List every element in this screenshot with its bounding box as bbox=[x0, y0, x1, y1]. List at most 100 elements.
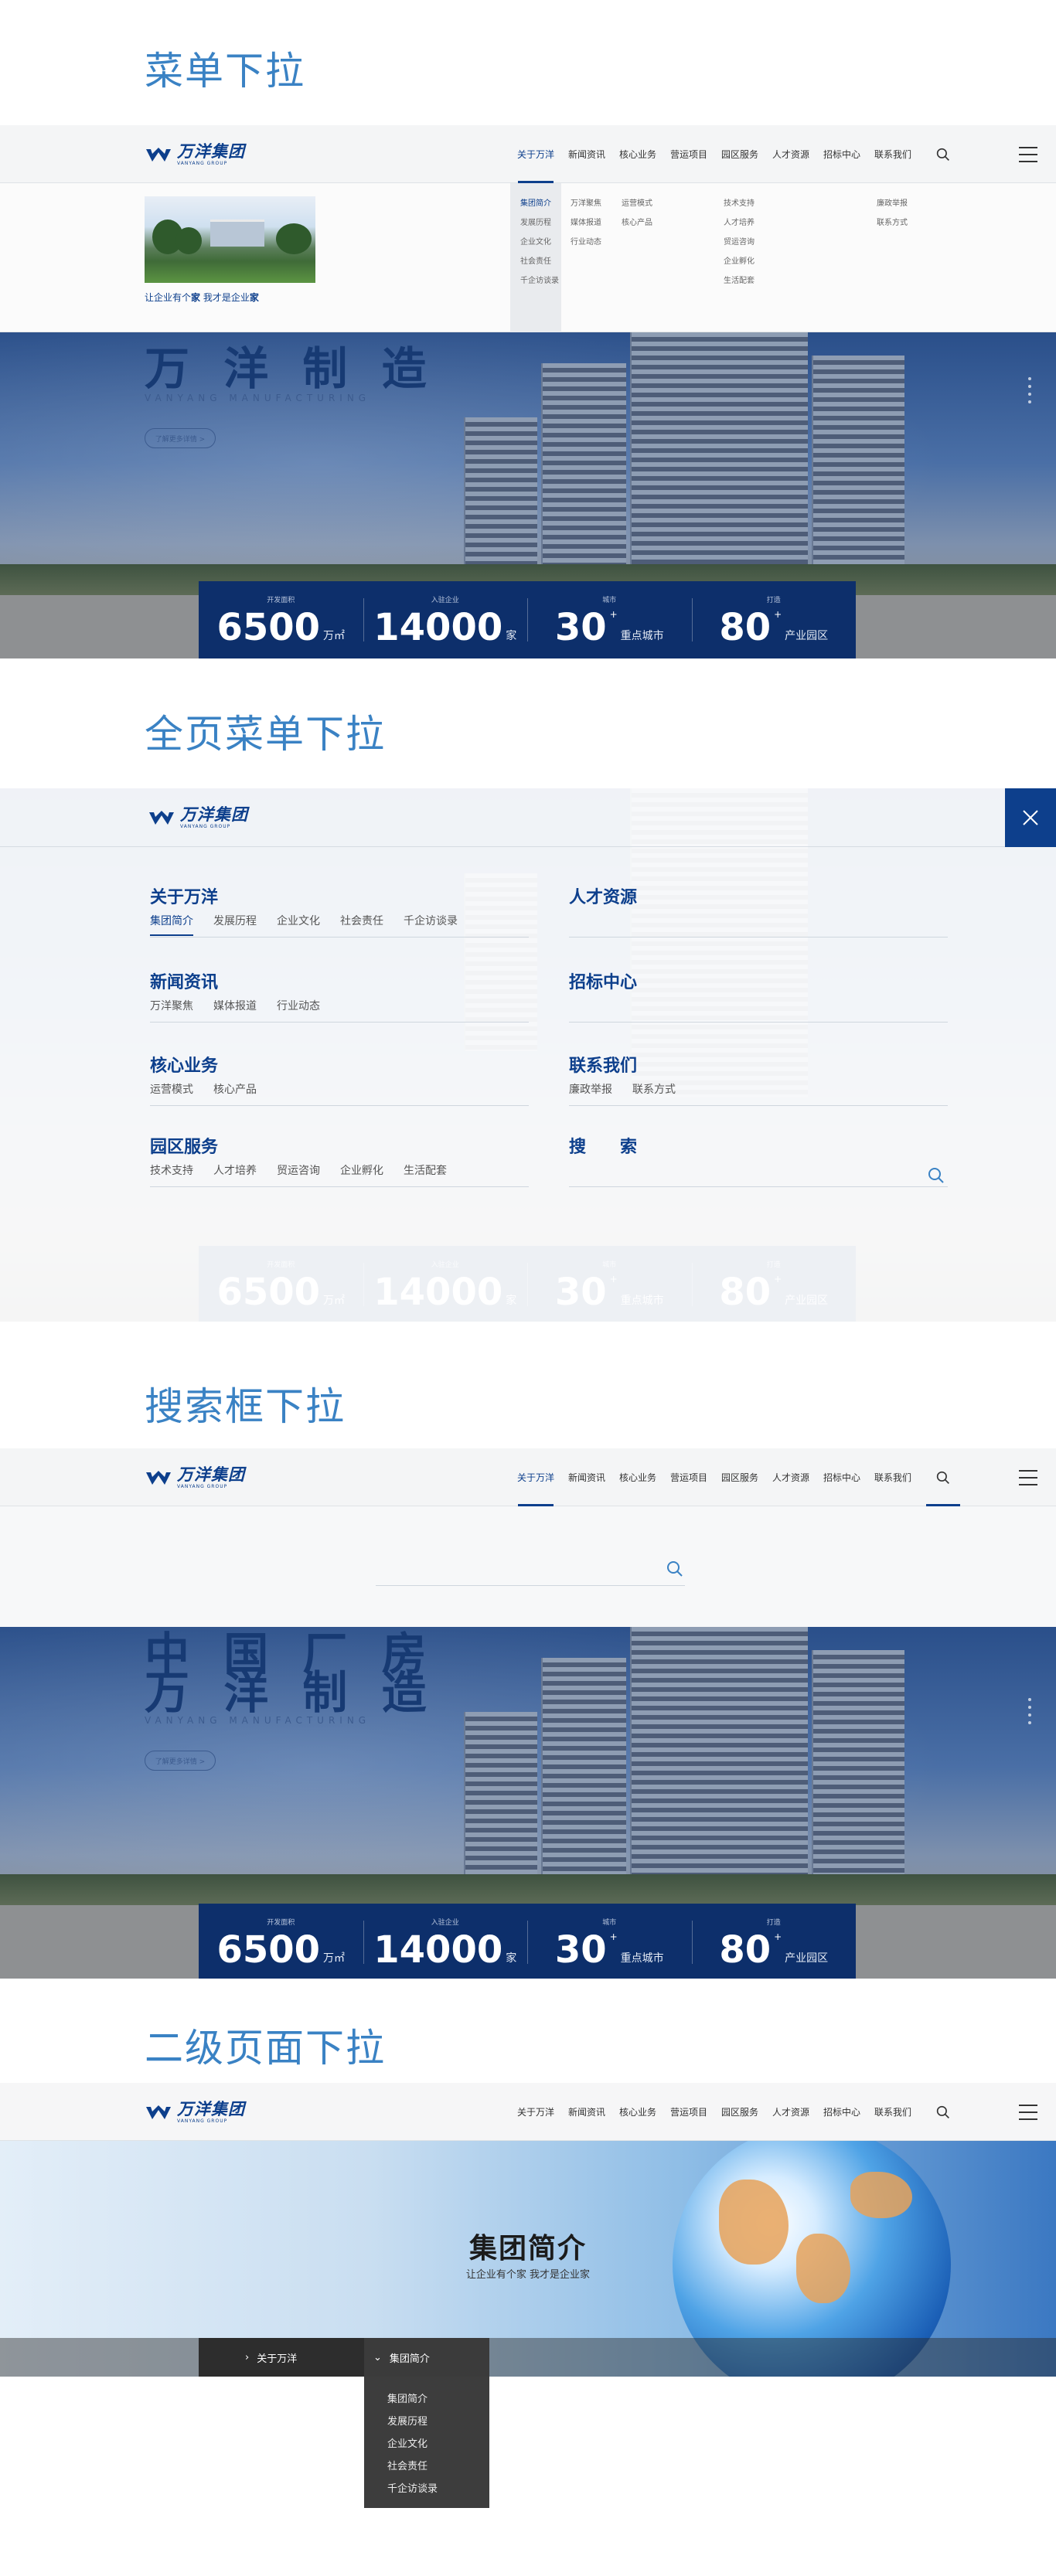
dropdown-service-list: 技术支持 人才培养 贸运咨询 企业孵化 生活配套 bbox=[724, 194, 755, 291]
fullmenu-link[interactable]: 核心产品 bbox=[213, 1081, 257, 1103]
dd-service-1[interactable]: 人才培养 bbox=[724, 213, 755, 233]
fullmenu-title[interactable]: 招标中心 bbox=[569, 968, 637, 993]
dd-service-2[interactable]: 贸运咨询 bbox=[724, 233, 755, 252]
dd-about-4[interactable]: 千企访谈录 bbox=[520, 271, 559, 291]
sub-item-2[interactable]: 企业文化 bbox=[387, 2435, 489, 2458]
nav-search-button[interactable] bbox=[926, 125, 960, 183]
stat-2: 城市30+重点城市 bbox=[527, 581, 692, 658]
dd-contact-1[interactable]: 联系方式 bbox=[877, 213, 908, 233]
search-input[interactable] bbox=[376, 1585, 685, 1586]
sub-item-0[interactable]: 集团简介 bbox=[387, 2391, 489, 2413]
logo[interactable]: 万洋集团 VANYANG GROUP bbox=[148, 806, 248, 829]
fullmenu-link[interactable]: 万洋聚焦 bbox=[150, 998, 193, 1019]
dd-core-1[interactable]: 核心产品 bbox=[622, 213, 652, 233]
menu-item-7[interactable]: 联系我们 bbox=[867, 1448, 918, 1506]
fullmenu-link[interactable]: 生活配套 bbox=[404, 1162, 447, 1184]
dd-about-3[interactable]: 社会责任 bbox=[520, 252, 559, 271]
menu-item-1[interactable]: 新闻资讯 bbox=[561, 2083, 612, 2141]
logo[interactable]: 万洋集团 VANYANG GROUP bbox=[145, 2101, 245, 2123]
close-icon bbox=[1023, 810, 1038, 825]
fullmenu-title[interactable]: 搜 索 bbox=[569, 1133, 637, 1158]
menu-item-5[interactable]: 人才资源 bbox=[765, 125, 816, 183]
fullmenu-title[interactable]: 新闻资讯 bbox=[150, 968, 218, 993]
nav-search-button[interactable] bbox=[926, 2083, 960, 2141]
menu-item-4[interactable]: 园区服务 bbox=[714, 1448, 765, 1506]
dd-news-0[interactable]: 万洋聚焦 bbox=[571, 194, 601, 213]
fullmenu-link[interactable]: 人才培养 bbox=[213, 1162, 257, 1184]
logo[interactable]: 万洋集团 VANYANG GROUP bbox=[145, 143, 245, 165]
search-submit-icon[interactable] bbox=[666, 1560, 683, 1577]
menu-item-4[interactable]: 园区服务 bbox=[714, 2083, 765, 2141]
dd-news-1[interactable]: 媒体报道 bbox=[571, 213, 601, 233]
dd-about-1[interactable]: 发展历程 bbox=[520, 213, 559, 233]
fullmenu-title[interactable]: 联系我们 bbox=[569, 1052, 637, 1077]
fullmenu-link[interactable]: 千企访谈录 bbox=[404, 913, 458, 936]
menu-item-2[interactable]: 核心业务 bbox=[612, 2083, 663, 2141]
menu-item-0[interactable]: 关于万洋 bbox=[510, 125, 561, 183]
dd-service-0[interactable]: 技术支持 bbox=[724, 194, 755, 213]
fullmenu-link[interactable]: 运营模式 bbox=[150, 1081, 193, 1103]
fullmenu-link[interactable]: 集团简介 bbox=[150, 913, 193, 936]
dd-core-0[interactable]: 运营模式 bbox=[622, 194, 652, 213]
fullmenu-title[interactable]: 核心业务 bbox=[150, 1052, 218, 1077]
fullmenu-group-1: 人才资源 bbox=[569, 879, 948, 938]
breadcrumb-level2[interactable]: ⌄ 集团简介 bbox=[364, 2338, 489, 2377]
menu-item-2[interactable]: 核心业务 bbox=[612, 1448, 663, 1506]
menu-item-5[interactable]: 人才资源 bbox=[765, 1448, 816, 1506]
dropdown-news-list: 万洋聚焦 媒体报道 行业动态 bbox=[571, 194, 601, 252]
menu-item-7[interactable]: 联系我们 bbox=[867, 125, 918, 183]
fullmenu-link[interactable]: 发展历程 bbox=[213, 913, 257, 936]
menu-item-6[interactable]: 招标中心 bbox=[816, 125, 867, 183]
menu-item-1[interactable]: 新闻资讯 bbox=[561, 1448, 612, 1506]
sub-item-3[interactable]: 社会责任 bbox=[387, 2458, 489, 2480]
fullmenu-link[interactable]: 行业动态 bbox=[277, 998, 320, 1019]
dd-about-0[interactable]: 集团简介 bbox=[520, 194, 559, 213]
fullmenu-link[interactable]: 贸运咨询 bbox=[277, 1162, 320, 1184]
more-details-button[interactable]: 了解更多详情 > bbox=[145, 1751, 216, 1771]
fullmenu-title[interactable]: 关于万洋 bbox=[150, 883, 218, 908]
hero-banner-2: 中 国 厂 房 万 洋 制 造 VANYANG MANUFACTURING 了解… bbox=[0, 1627, 1056, 1979]
fullmenu-link[interactable]: 社会责任 bbox=[340, 913, 383, 936]
menu-item-3[interactable]: 营运项目 bbox=[663, 125, 714, 183]
sub-item-1[interactable]: 发展历程 bbox=[387, 2413, 489, 2435]
fullmenu-link[interactable]: 技术支持 bbox=[150, 1162, 193, 1184]
dd-about-2[interactable]: 企业文化 bbox=[520, 233, 559, 252]
dd-contact-0[interactable]: 廉政举报 bbox=[877, 194, 908, 213]
fullmenu-link[interactable]: 廉政举报 bbox=[569, 1081, 612, 1103]
dd-service-4[interactable]: 生活配套 bbox=[724, 271, 755, 291]
menu-item-0[interactable]: 关于万洋 bbox=[510, 2083, 561, 2141]
menu-item-7[interactable]: 联系我们 bbox=[867, 2083, 918, 2141]
search-icon[interactable] bbox=[928, 1167, 945, 1184]
menu-item-3[interactable]: 营运项目 bbox=[663, 1448, 714, 1506]
menu-item-1[interactable]: 新闻资讯 bbox=[561, 125, 612, 183]
sub-item-4[interactable]: 千企访谈录 bbox=[387, 2480, 489, 2503]
hamburger-menu-icon[interactable] bbox=[1019, 147, 1037, 162]
fullmenu-link[interactable]: 企业文化 bbox=[277, 913, 320, 936]
menu-item-2[interactable]: 核心业务 bbox=[612, 125, 663, 183]
dd-news-2[interactable]: 行业动态 bbox=[571, 233, 601, 252]
close-menu-button[interactable] bbox=[1005, 788, 1056, 847]
menu-item-5[interactable]: 人才资源 bbox=[765, 2083, 816, 2141]
stat-3: 打造80+产业园区 bbox=[691, 1904, 857, 1979]
search-dropdown-panel bbox=[0, 1506, 1056, 1627]
hamburger-menu-icon[interactable] bbox=[1019, 1470, 1037, 1485]
fullmenu-link[interactable]: 媒体报道 bbox=[213, 998, 257, 1019]
hero-banner: 万 洋 制 造 VANYANG MANUFACTURING 了解更多详情 > 开… bbox=[0, 332, 1056, 658]
nav-search-button[interactable] bbox=[926, 1448, 960, 1506]
hero-subtitle: VANYANG MANUFACTURING bbox=[145, 1715, 371, 1726]
dd-service-3[interactable]: 企业孵化 bbox=[724, 252, 755, 271]
fullmenu-link[interactable]: 企业孵化 bbox=[340, 1162, 383, 1184]
menu-item-0[interactable]: 关于万洋 bbox=[510, 1448, 561, 1506]
stats-bar: 开发面积 6500 万㎡ 入驻企业 14000 家城市 30 + 重点城市 打造 80 + 产业园区 bbox=[199, 1904, 856, 1979]
breadcrumb-level1[interactable]: › 关于万洋 bbox=[199, 2338, 364, 2377]
logo[interactable]: 万洋集团 VANYANG GROUP bbox=[145, 1466, 245, 1489]
fullmenu-title[interactable]: 人才资源 bbox=[569, 883, 637, 908]
hamburger-menu-icon[interactable] bbox=[1019, 2105, 1037, 2120]
more-details-button[interactable]: 了解更多详情 > bbox=[145, 428, 216, 448]
fullmenu-link[interactable]: 联系方式 bbox=[632, 1081, 676, 1103]
menu-item-6[interactable]: 招标中心 bbox=[816, 1448, 867, 1506]
fullmenu-title[interactable]: 园区服务 bbox=[150, 1133, 218, 1158]
menu-item-4[interactable]: 园区服务 bbox=[714, 125, 765, 183]
menu-item-6[interactable]: 招标中心 bbox=[816, 2083, 867, 2141]
menu-item-3[interactable]: 营运项目 bbox=[663, 2083, 714, 2141]
